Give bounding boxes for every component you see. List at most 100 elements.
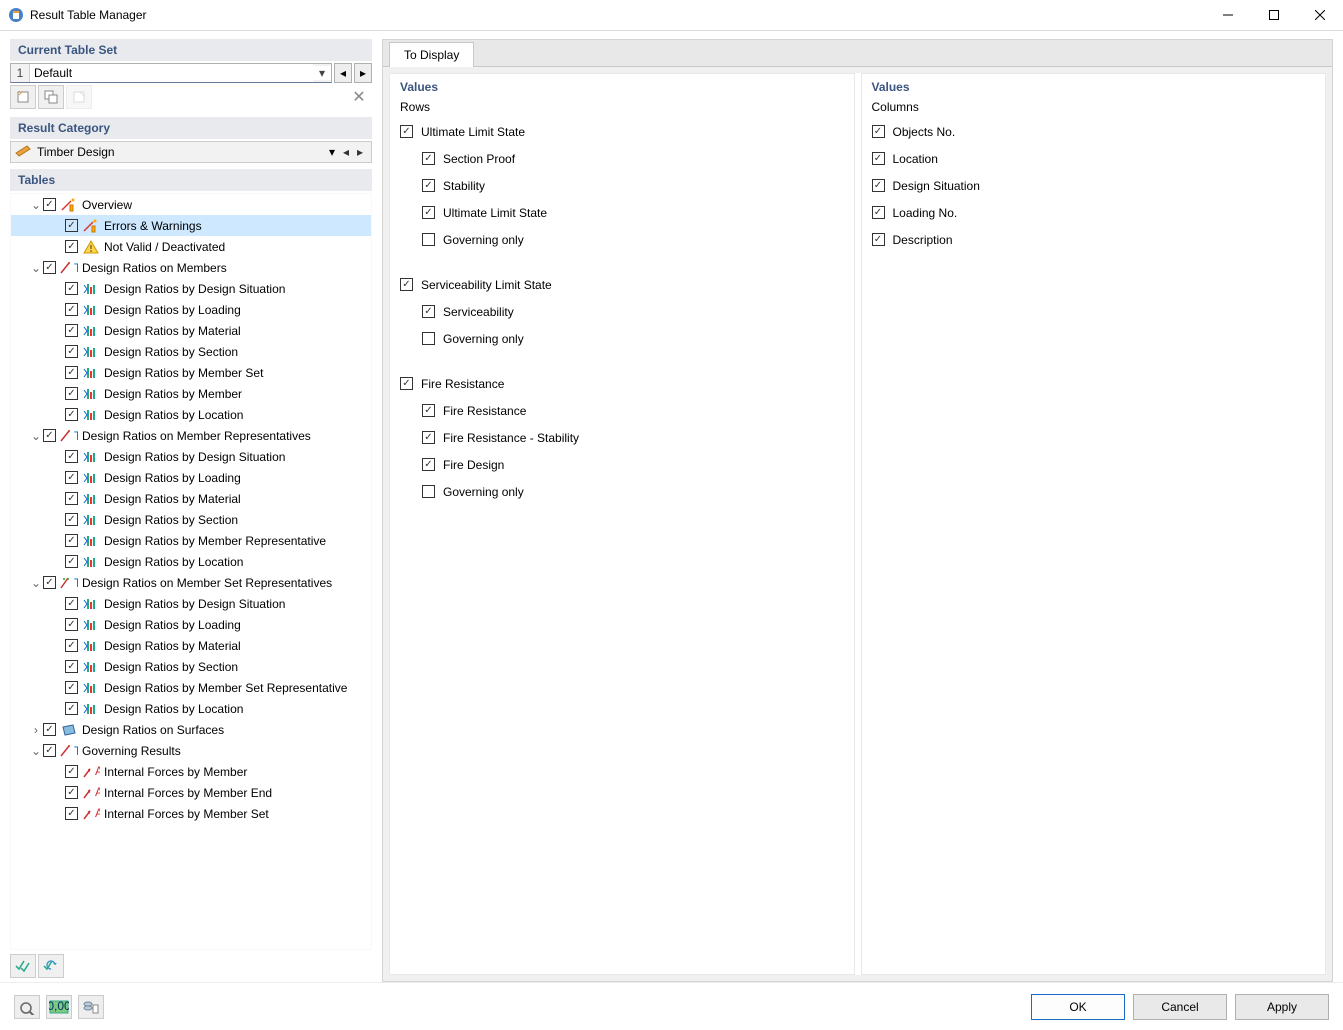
checkbox[interactable] — [43, 261, 56, 274]
checkbox[interactable] — [400, 377, 413, 390]
tree-item[interactable]: Design Ratios by Design Situation — [11, 446, 371, 467]
check-row[interactable]: Ultimate Limit State — [400, 118, 844, 145]
check-row[interactable]: Fire Design — [400, 451, 844, 478]
expander-icon[interactable]: ⌄ — [29, 744, 43, 758]
tree-item[interactable]: Not Valid / Deactivated — [11, 236, 371, 257]
chevron-down-icon[interactable]: ▾ — [325, 145, 339, 159]
checkbox[interactable] — [65, 618, 78, 631]
new-tableset-button[interactable] — [10, 85, 36, 109]
apply-button[interactable]: Apply — [1235, 994, 1329, 1020]
tree-item[interactable]: Design Ratios by Loading — [11, 299, 371, 320]
tree-item[interactable]: Design Ratios by Design Situation — [11, 278, 371, 299]
tree-item[interactable]: Design Ratios by Section — [11, 341, 371, 362]
tableset-select[interactable]: 1 Default ▾ — [10, 63, 332, 83]
tree-item[interactable]: ⌄Overview — [11, 194, 371, 215]
checkbox[interactable] — [65, 807, 78, 820]
check-row[interactable]: Fire Resistance — [400, 397, 844, 424]
checkbox[interactable] — [65, 492, 78, 505]
checkbox[interactable] — [65, 408, 78, 421]
check-row[interactable]: Section Proof — [400, 145, 844, 172]
checkbox[interactable] — [422, 206, 435, 219]
tree-item[interactable]: ⌄TDesign Ratios on Member Set Representa… — [11, 572, 371, 593]
tree-item[interactable]: Design Ratios by Design Situation — [11, 593, 371, 614]
units-button[interactable]: 0,00 — [46, 995, 72, 1019]
tree-item[interactable]: ⌄TGoverning Results — [11, 740, 371, 761]
check-row[interactable]: Stability — [400, 172, 844, 199]
check-row[interactable]: Fire Resistance — [400, 370, 844, 397]
close-button[interactable] — [1297, 0, 1343, 30]
checkbox[interactable] — [400, 125, 413, 138]
chevron-down-icon[interactable]: ▾ — [313, 66, 331, 80]
checkbox[interactable] — [65, 219, 78, 232]
check-row[interactable]: Objects No. — [872, 118, 1316, 145]
tree-item[interactable]: Design Ratios by Member Set Representati… — [11, 677, 371, 698]
checkbox[interactable] — [65, 282, 78, 295]
checkbox[interactable] — [422, 152, 435, 165]
tree-item[interactable]: ›Design Ratios on Surfaces — [11, 719, 371, 740]
checkbox[interactable] — [65, 639, 78, 652]
checkbox[interactable] — [65, 513, 78, 526]
checkbox[interactable] — [65, 240, 78, 253]
checkbox[interactable] — [422, 404, 435, 417]
checkbox[interactable] — [65, 660, 78, 673]
checkbox[interactable] — [43, 723, 56, 736]
checkbox[interactable] — [65, 681, 78, 694]
check-row[interactable]: Description — [872, 226, 1316, 253]
tab-to-display[interactable]: To Display — [389, 42, 474, 67]
checkbox[interactable] — [43, 198, 56, 211]
cancel-button[interactable]: Cancel — [1133, 994, 1227, 1020]
check-row[interactable]: Serviceability — [400, 298, 844, 325]
check-row[interactable]: Governing only — [400, 478, 844, 505]
tree-item[interactable]: AInternal Forces by Member Set — [11, 803, 371, 824]
checkbox[interactable] — [65, 597, 78, 610]
expander-icon[interactable]: ⌄ — [29, 261, 43, 275]
checkbox[interactable] — [43, 576, 56, 589]
tree-item[interactable]: Design Ratios by Loading — [11, 467, 371, 488]
checkbox[interactable] — [65, 450, 78, 463]
tree-item[interactable]: Design Ratios by Section — [11, 509, 371, 530]
checkbox[interactable] — [65, 345, 78, 358]
copy-settings-button[interactable] — [78, 995, 104, 1019]
check-all-button[interactable] — [10, 954, 36, 978]
category-prev-button[interactable]: ◂ — [339, 145, 353, 159]
check-row[interactable]: Governing only — [400, 226, 844, 253]
tree-item[interactable]: Design Ratios by Location — [11, 698, 371, 719]
check-row[interactable]: Design Situation — [872, 172, 1316, 199]
tree-item[interactable]: ⌄TDesign Ratios on Member Representative… — [11, 425, 371, 446]
tree-item[interactable]: Design Ratios by Material — [11, 635, 371, 656]
delete-tableset-button[interactable]: ✕ — [346, 85, 372, 109]
copy-tableset-button[interactable] — [38, 85, 64, 109]
check-row[interactable]: Serviceability Limit State — [400, 271, 844, 298]
checkbox[interactable] — [422, 458, 435, 471]
checkbox[interactable] — [422, 179, 435, 192]
checkbox[interactable] — [872, 206, 885, 219]
tree-item[interactable]: Design Ratios by Loading — [11, 614, 371, 635]
checkbox[interactable] — [872, 179, 885, 192]
tree-item[interactable]: ⌄TDesign Ratios on Members — [11, 257, 371, 278]
result-category-select[interactable]: Timber Design ▾ ◂ ▸ — [10, 141, 372, 163]
tableset-next-button[interactable]: ▸ — [354, 63, 372, 83]
tree-item[interactable]: AInternal Forces by Member — [11, 761, 371, 782]
checkbox[interactable] — [65, 534, 78, 547]
tree-item[interactable]: Design Ratios by Section — [11, 656, 371, 677]
tree-item[interactable]: AInternal Forces by Member End — [11, 782, 371, 803]
expander-icon[interactable]: ⌄ — [29, 429, 43, 443]
checkbox[interactable] — [65, 786, 78, 799]
checkbox[interactable] — [65, 366, 78, 379]
tree-item[interactable]: Design Ratios by Location — [11, 404, 371, 425]
check-row[interactable]: Location — [872, 145, 1316, 172]
checkbox[interactable] — [422, 431, 435, 444]
checkbox[interactable] — [65, 555, 78, 568]
maximize-button[interactable] — [1251, 0, 1297, 30]
checkbox[interactable] — [872, 233, 885, 246]
checkbox[interactable] — [65, 471, 78, 484]
check-row[interactable]: Loading No. — [872, 199, 1316, 226]
expander-icon[interactable]: ⌄ — [29, 198, 43, 212]
checkbox[interactable] — [65, 324, 78, 337]
checkbox[interactable] — [65, 702, 78, 715]
check-row[interactable]: Ultimate Limit State — [400, 199, 844, 226]
checkbox[interactable] — [422, 485, 435, 498]
tree-item[interactable]: Design Ratios by Location — [11, 551, 371, 572]
category-next-button[interactable]: ▸ — [353, 145, 367, 159]
tree-item[interactable]: Errors & Warnings — [11, 215, 371, 236]
